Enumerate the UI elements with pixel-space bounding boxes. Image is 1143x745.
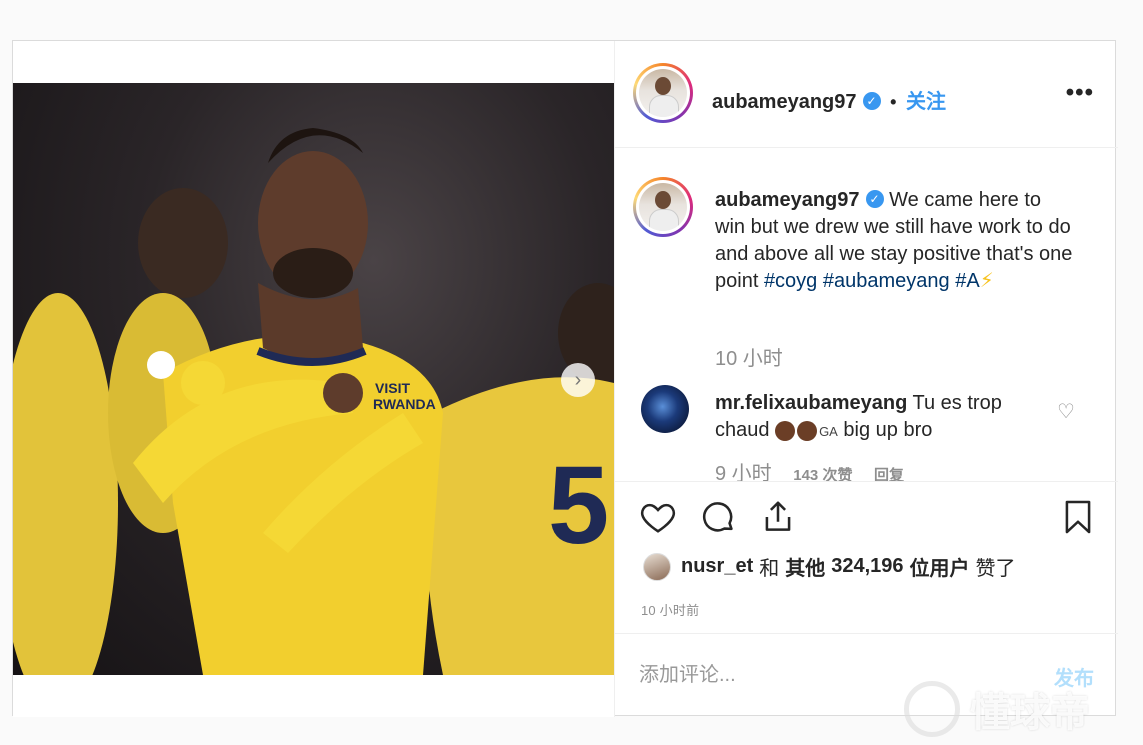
comment-item: mr.felixaubameyang Tu es trop chaud GA b… xyxy=(715,390,1045,445)
author-username[interactable]: aubameyang97 xyxy=(712,91,857,113)
svg-text:VISIT: VISIT xyxy=(375,380,410,396)
post-photo: 5 VISIT RWANDA › xyxy=(13,83,614,675)
svg-text:5: 5 xyxy=(548,444,609,567)
author-info: aubameyang97 ✓ • 关注 xyxy=(712,85,946,114)
hashtag-link[interactable]: #A xyxy=(955,270,979,292)
comment-likes[interactable]: 143 次赞 xyxy=(793,467,852,481)
post-card: 5 VISIT RWANDA › aubameyang97 ✓ • 关注 •••… xyxy=(12,40,1118,717)
post-header: aubameyang97 ✓ • 关注 ••• xyxy=(615,41,1118,148)
bookmark-icon[interactable] xyxy=(1059,498,1097,541)
comment-icon[interactable] xyxy=(699,498,737,541)
liked-by-others-prefix[interactable]: 其他 xyxy=(785,552,825,581)
liked-by-others-suffix[interactable]: 位用户 xyxy=(910,552,970,581)
watermark-text: 懂球帝 xyxy=(970,691,1090,735)
watermark: 懂球帝 xyxy=(904,680,1090,738)
comment-emoji-tag: GA xyxy=(819,424,838,439)
comment-time[interactable]: 9 小时 xyxy=(715,463,772,481)
watermark-logo-icon xyxy=(904,681,960,737)
liker-avatar[interactable] xyxy=(643,552,671,581)
post-caption: aubameyang97 ✓ We came here to win but we… xyxy=(715,187,1075,295)
liker-username[interactable]: nusr_et xyxy=(681,555,753,578)
flexed-bicep-emoji xyxy=(775,420,796,441)
comment-meta: 9 小时 143 次赞 回复 xyxy=(715,457,904,481)
author-avatar[interactable] xyxy=(633,63,693,123)
more-options-icon[interactable]: ••• xyxy=(1066,79,1094,107)
next-arrow-icon[interactable]: › xyxy=(561,363,595,397)
comment-username[interactable]: mr.felixaubameyang xyxy=(715,392,907,414)
post-sidebar: aubameyang97 ✓ • 关注 ••• aubameyang97 ✓ We … xyxy=(614,41,1118,717)
reply-button[interactable]: 回复 xyxy=(874,467,904,481)
follow-button[interactable]: 关注 xyxy=(906,91,946,113)
post-timestamp[interactable]: 10 小时前 xyxy=(641,600,699,619)
post-actions: nusr_et 和 其他 324,196 位用户 赞了 10 小时前 xyxy=(615,481,1118,633)
share-icon[interactable] xyxy=(759,498,797,541)
liked-by-connector: 和 xyxy=(759,558,780,580)
lightning-emoji: ⚡ xyxy=(979,270,994,292)
like-count[interactable]: 324,196 xyxy=(831,555,903,578)
flexed-bicep-emoji xyxy=(797,420,818,441)
heart-icon[interactable] xyxy=(639,498,677,541)
commenter-avatar[interactable] xyxy=(641,385,689,433)
follow-separator: • xyxy=(890,92,897,112)
comments-section: aubameyang97 ✓ We came here to win but we… xyxy=(615,149,1118,481)
caption-time[interactable]: 10 小时 xyxy=(715,342,783,371)
hashtag-link[interactable]: #aubameyang xyxy=(823,270,950,292)
svg-text:RWANDA: RWANDA xyxy=(373,396,436,412)
caption-avatar[interactable] xyxy=(633,177,693,237)
hashtag-link[interactable]: #coyg xyxy=(764,270,817,292)
verified-icon: ✓ xyxy=(862,91,881,110)
post-media: 5 VISIT RWANDA › xyxy=(13,41,614,717)
caption-username[interactable]: aubameyang97 xyxy=(715,189,860,211)
comment-like-heart-icon[interactable]: ♡ xyxy=(1057,399,1075,424)
liked-by-verb: 赞了 xyxy=(975,558,1016,580)
verified-icon: ✓ xyxy=(865,189,884,208)
liked-by: nusr_et 和 其他 324,196 位用户 赞了 xyxy=(643,552,1016,581)
comment-body-end: big up bro xyxy=(843,419,933,441)
